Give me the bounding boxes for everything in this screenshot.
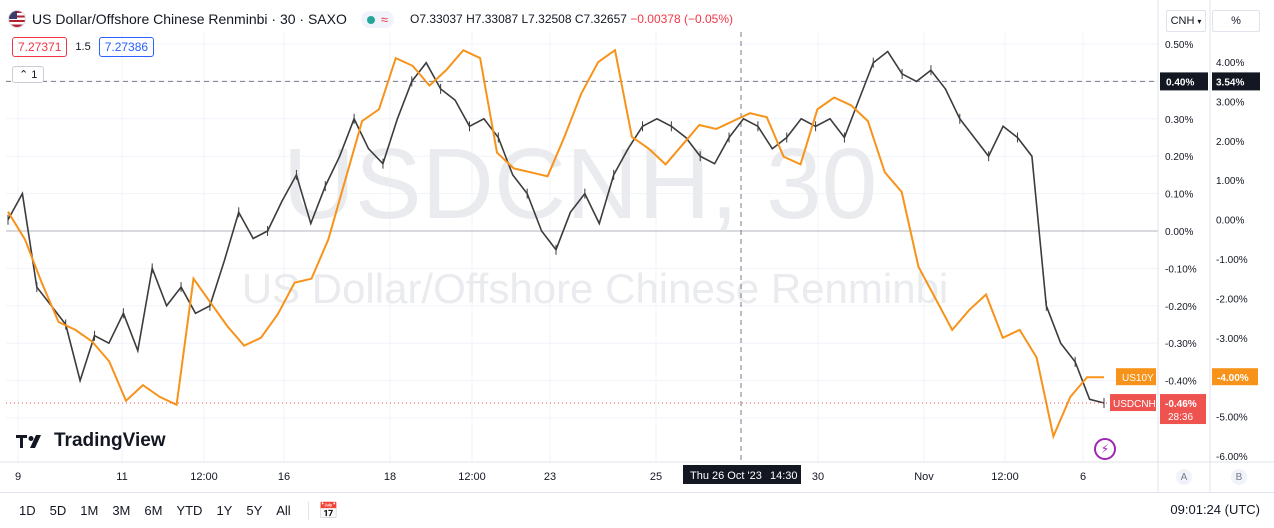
change-value: −0.00378 (−0.05%)	[630, 12, 734, 26]
timeframe-1m[interactable]: 1M	[73, 503, 105, 518]
time-axis-label: 18	[384, 471, 396, 483]
currency-label: CNH	[1170, 15, 1195, 27]
time-axis-label: 23	[544, 471, 556, 483]
crosshair-time-label: 14:30	[770, 470, 798, 482]
watermark-name: US Dollar/Offshore Chinese Renminbi	[242, 265, 949, 312]
date-range-icon[interactable]: 📅	[319, 501, 339, 521]
time-axis-label: 30	[812, 471, 824, 483]
tradingview-logo[interactable]: TradingView	[16, 430, 166, 452]
right-axis-tick: -5.00%	[1216, 413, 1248, 424]
close-value: C7.32657	[574, 12, 627, 26]
flash-icon[interactable]: ⚡	[1094, 438, 1116, 460]
high-value: H7.33087	[466, 12, 519, 26]
left-axis-tick: -0.10%	[1165, 264, 1197, 275]
chevron-down-icon: ▾	[1197, 16, 1202, 26]
right-axis-tick: 3.00%	[1216, 97, 1244, 108]
toolbar-divider	[307, 501, 309, 520]
bid-price-button[interactable]: 7.27371	[12, 37, 68, 57]
market-open-icon	[366, 15, 375, 24]
spread-value: 1.5	[75, 41, 91, 53]
right-axis-tick: 0.00%	[1216, 216, 1244, 227]
collapse-indicators-button[interactable]: ⌃ 1	[12, 66, 45, 83]
auto-scale-button[interactable]: A	[1176, 469, 1192, 485]
time-axis-label: 12:00	[991, 471, 1019, 483]
timeframe-all[interactable]: All	[269, 503, 297, 518]
bid-ask-panel: 7.27371 1.5 7.27386	[12, 36, 155, 58]
utc-clock[interactable]: 09:01:24 (UTC)	[1170, 502, 1260, 517]
timeframe-5d[interactable]: 5D	[43, 503, 74, 518]
left-axis-tick: -0.20%	[1165, 302, 1197, 313]
time-axis-label: 25	[650, 471, 662, 483]
us10y-tag: US10Y	[1122, 373, 1154, 384]
currency-selector[interactable]: CNH ▾	[1166, 10, 1206, 32]
timeframe-1d[interactable]: 1D	[12, 503, 43, 518]
ohlc-values: O7.33037 H7.33087 L7.32508 C7.32657 −0.0…	[410, 12, 733, 26]
right-axis-tick: -3.00%	[1216, 334, 1248, 345]
timeframe-1y[interactable]: 1Y	[209, 503, 239, 518]
collapse-icon: ⌃	[19, 69, 32, 81]
left-axis-tick: 0.00%	[1165, 227, 1193, 238]
left-axis-tick: 0.50%	[1165, 40, 1193, 51]
right-axis-tick: 2.00%	[1216, 137, 1244, 148]
us-flag-icon	[8, 10, 26, 28]
percent-scale-button[interactable]: %	[1212, 10, 1260, 32]
left-axis-tick: -0.30%	[1165, 339, 1197, 350]
symbol-title[interactable]: US Dollar/Offshore Chinese Renminbi · 30…	[32, 11, 347, 27]
crosshair-right-value: 3.54%	[1216, 77, 1244, 88]
ask-price-button[interactable]: 7.27386	[98, 37, 155, 57]
status-pills[interactable]: ≈	[360, 10, 395, 28]
timeframe-ytd[interactable]: YTD	[169, 503, 209, 518]
right-axis-tick: 1.00%	[1216, 176, 1244, 187]
left-axis-tick: 0.20%	[1165, 152, 1193, 163]
crosshair-left-value: 0.40%	[1166, 77, 1194, 88]
timeframe-5y[interactable]: 5Y	[239, 503, 269, 518]
bar-countdown: 28:36	[1168, 412, 1193, 423]
time-axis-label: 11	[116, 471, 127, 483]
low-value: L7.32508	[521, 12, 572, 26]
right-axis-tick: -2.00%	[1216, 294, 1248, 305]
timeframe-3m[interactable]: 3M	[105, 503, 137, 518]
watermark-symbol: USDCNH, 30	[283, 128, 878, 240]
right-axis-tick: -6.00%	[1216, 452, 1248, 463]
usdcnh-tag: USDCNH	[1113, 399, 1156, 410]
left-axis-tick: 0.30%	[1165, 115, 1193, 126]
usdcnh-axis-value: -0.46%	[1165, 399, 1197, 410]
wave-icon: ≈	[380, 11, 389, 27]
us10y-series-line	[7, 48, 1104, 440]
left-axis-tick: -0.40%	[1165, 377, 1197, 388]
tradingview-logo-icon	[16, 435, 41, 448]
chart-canvas[interactable]: USDCNH, 30 US Dollar/Offshore Chinese Ren…	[0, 0, 1274, 528]
time-axis-label: 12:00	[458, 471, 486, 483]
time-axis-label: 6	[1080, 471, 1086, 483]
indicator-count: 1	[31, 69, 38, 81]
time-axis-label: 16	[278, 471, 290, 483]
us10y-axis-value: -4.00%	[1217, 373, 1249, 384]
tradingview-logo-text: TradingView	[54, 430, 166, 451]
left-axis-tick: 0.10%	[1165, 190, 1193, 201]
right-axis-tick: 4.00%	[1216, 58, 1244, 69]
timeframe-6m[interactable]: 6M	[137, 503, 169, 518]
bottom-toolbar: 1D 5D 1M 3M 6M YTD 1Y 5Y All 📅	[0, 492, 1274, 528]
crosshair-date-label: Thu 26 Oct '23	[690, 470, 762, 482]
open-value: O7.33037	[410, 12, 463, 26]
right-axis-tick: -1.00%	[1216, 255, 1248, 266]
scale-b-button[interactable]: B	[1231, 469, 1247, 485]
time-axis-label: 12:00	[190, 471, 218, 483]
time-axis-label: Nov	[914, 471, 934, 483]
legend-header: US Dollar/Offshore Chinese Renminbi · 30…	[8, 8, 733, 30]
time-axis-label: 9	[15, 471, 21, 483]
